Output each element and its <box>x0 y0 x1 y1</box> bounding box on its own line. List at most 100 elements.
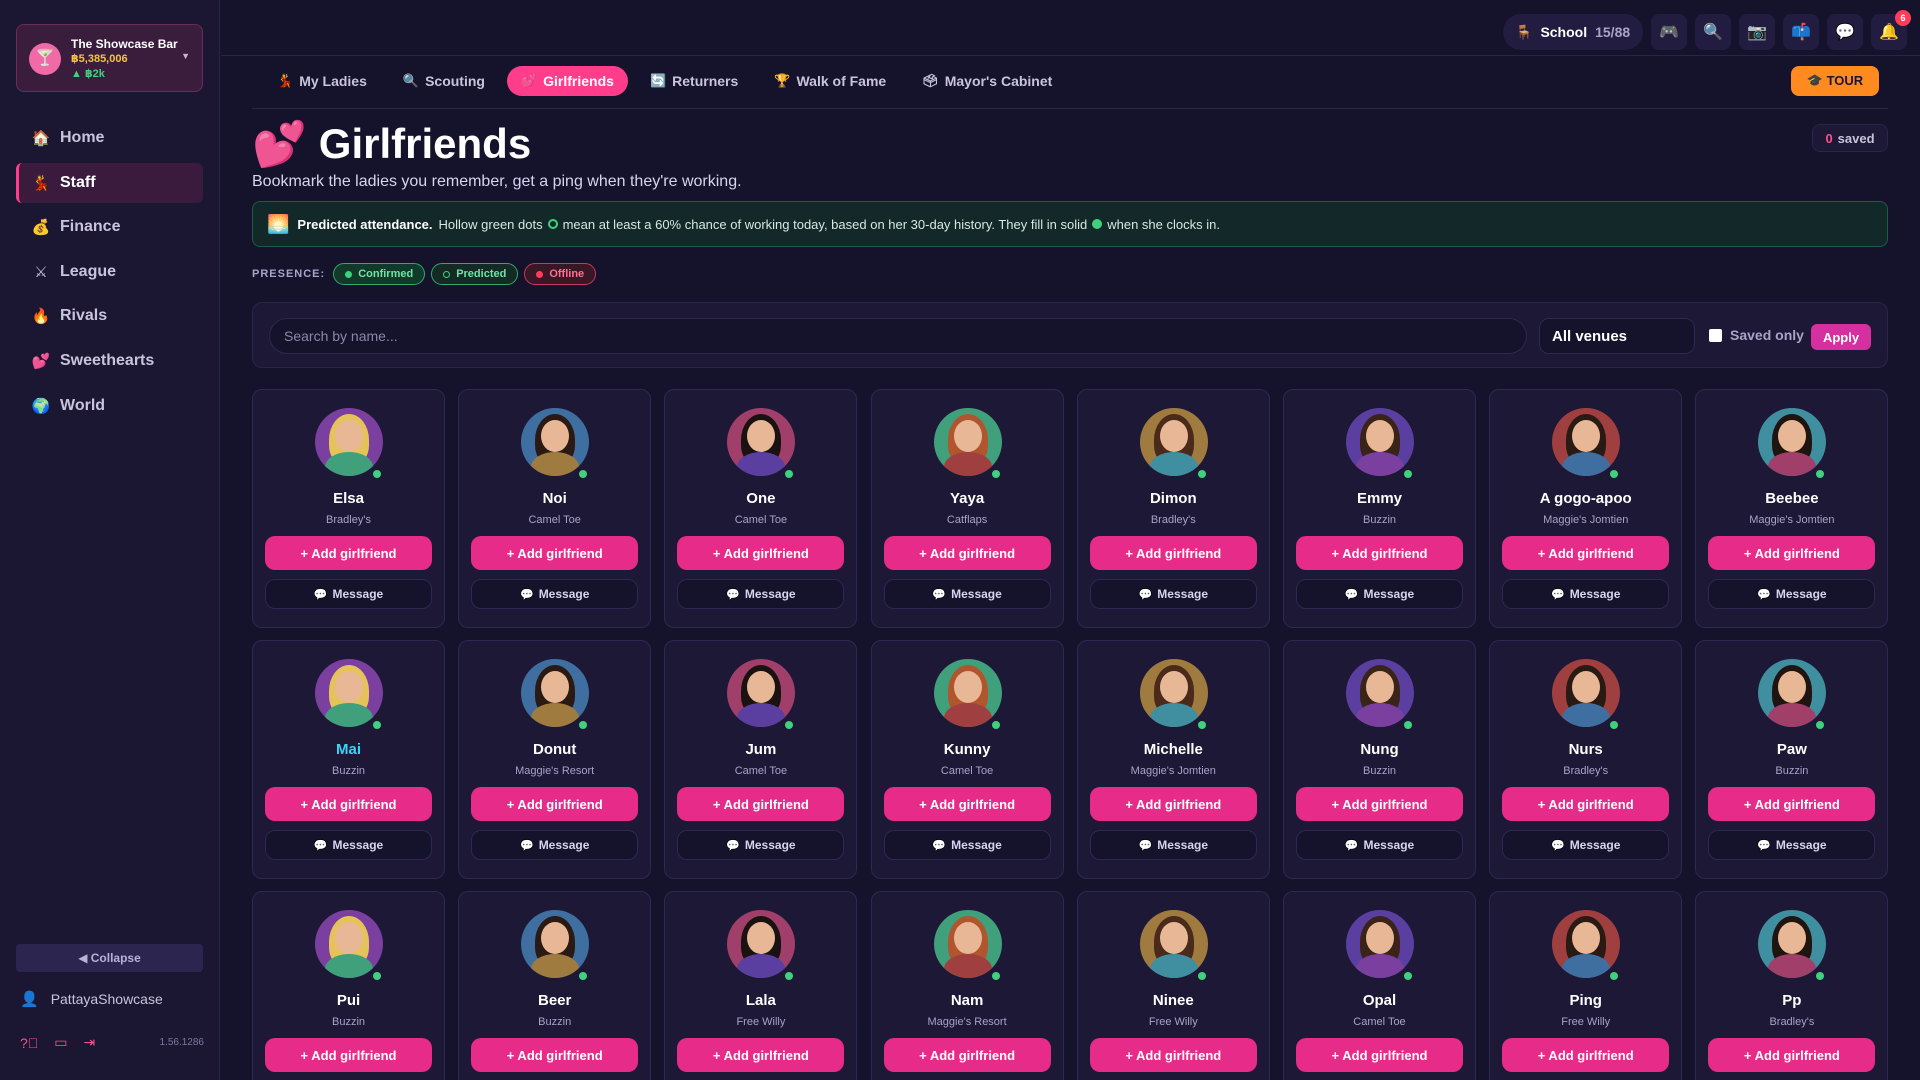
girl-name[interactable]: Yaya <box>872 490 1063 507</box>
add-girlfriend-button[interactable]: + Add girlfriend <box>1708 536 1876 570</box>
sidebar-item-staff[interactable]: 💃 Staff <box>16 162 203 203</box>
girl-name[interactable]: Pp <box>1696 992 1887 1009</box>
tab-my-ladies[interactable]: 💃 My Ladies <box>263 66 381 96</box>
mailbox-icon[interactable]: 📫 <box>1783 14 1819 50</box>
gamepad-icon[interactable]: 🎮 <box>1651 14 1687 50</box>
add-girlfriend-button[interactable]: + Add girlfriend <box>883 787 1051 821</box>
girl-name[interactable]: Beer <box>459 992 650 1009</box>
girl-name[interactable]: Michelle <box>1078 741 1269 758</box>
message-button[interactable]: 💬 Message <box>1089 579 1257 609</box>
tab-returners[interactable]: 🔄 Returners <box>636 66 752 96</box>
logout-icon[interactable]: ⇥ <box>84 1034 96 1051</box>
avatar[interactable] <box>521 910 590 978</box>
search-icon[interactable]: 🔍 <box>1695 14 1731 50</box>
bell-icon[interactable]: 🔔 6 <box>1871 10 1911 50</box>
avatar[interactable] <box>933 910 1002 978</box>
sidebar-item-rivals[interactable]: 🔥 Rivals <box>16 296 203 336</box>
saved-only-checkbox[interactable] <box>1709 328 1722 342</box>
apply-button[interactable]: Apply <box>1811 324 1871 350</box>
add-girlfriend-button[interactable]: + Add girlfriend <box>265 536 432 570</box>
tab-scouting[interactable]: 🔍 Scouting <box>389 66 499 96</box>
girl-name[interactable]: Opal <box>1284 992 1475 1009</box>
add-girlfriend-button[interactable]: + Add girlfriend <box>471 536 639 570</box>
girl-name[interactable]: Dimon <box>1078 490 1269 507</box>
avatar[interactable] <box>1139 659 1208 727</box>
sidebar-item-world[interactable]: 🌍 World <box>16 386 203 426</box>
avatar[interactable] <box>933 659 1002 727</box>
avatar[interactable] <box>315 408 383 476</box>
add-girlfriend-button[interactable]: + Add girlfriend <box>265 1038 432 1072</box>
avatar[interactable] <box>933 408 1002 476</box>
avatar[interactable] <box>521 408 590 476</box>
sidebar-item-finance[interactable]: 💰 Finance <box>16 207 203 247</box>
add-girlfriend-button[interactable]: + Add girlfriend <box>883 536 1051 570</box>
message-button[interactable]: 💬 Message <box>883 830 1051 860</box>
girl-name[interactable]: Donut <box>459 741 650 758</box>
add-girlfriend-button[interactable]: + Add girlfriend <box>1296 787 1463 821</box>
venue-select[interactable]: All venues <box>1539 318 1695 354</box>
avatar[interactable] <box>727 408 796 476</box>
add-girlfriend-button[interactable]: + Add girlfriend <box>677 787 845 821</box>
avatar[interactable] <box>727 659 796 727</box>
tab-walk-of-fame[interactable]: 🏆 Walk of Fame <box>760 66 900 96</box>
add-girlfriend-button[interactable]: + Add girlfriend <box>1708 787 1876 821</box>
avatar[interactable] <box>521 659 590 727</box>
avatar[interactable] <box>1346 910 1414 978</box>
girl-name[interactable]: Ping <box>1490 992 1681 1009</box>
message-button[interactable]: 💬 Message <box>677 830 845 860</box>
message-button[interactable]: 💬 Message <box>1708 830 1876 860</box>
girl-name[interactable]: Paw <box>1696 741 1887 758</box>
help-icon[interactable]: ?⃝ <box>20 1035 38 1051</box>
avatar[interactable] <box>1758 910 1827 978</box>
girl-name[interactable]: Kunny <box>872 741 1063 758</box>
avatar[interactable] <box>727 910 796 978</box>
girl-name[interactable]: Nurs <box>1490 741 1681 758</box>
add-girlfriend-button[interactable]: + Add girlfriend <box>883 1038 1051 1072</box>
message-button[interactable]: 💬 Message <box>1502 830 1670 860</box>
collapse-button[interactable]: ◀ Collapse <box>16 944 203 972</box>
girl-name[interactable]: Pui <box>253 992 444 1009</box>
girl-name[interactable]: Elsa <box>253 490 444 507</box>
girl-name[interactable]: A gogo-apoo <box>1490 490 1681 507</box>
girl-name[interactable]: Noi <box>459 490 650 507</box>
add-girlfriend-button[interactable]: + Add girlfriend <box>471 1038 639 1072</box>
search-input[interactable] <box>269 318 1527 354</box>
avatar[interactable] <box>1758 659 1827 727</box>
add-girlfriend-button[interactable]: + Add girlfriend <box>1296 1038 1463 1072</box>
chat-icon[interactable]: ▭ <box>54 1034 67 1051</box>
add-girlfriend-button[interactable]: + Add girlfriend <box>677 536 845 570</box>
tour-button[interactable]: 🎓 TOUR <box>1791 66 1879 96</box>
message-button[interactable]: 💬 Message <box>1708 579 1876 609</box>
school-pill[interactable]: 🪑 School 15/88 <box>1503 14 1643 50</box>
avatar[interactable] <box>1552 910 1621 978</box>
sidebar-item-league[interactable]: ⚔ League <box>16 252 203 292</box>
avatar[interactable] <box>315 659 383 727</box>
user-profile[interactable]: 👤 PattayaShowcase <box>20 990 163 1008</box>
add-girlfriend-button[interactable]: + Add girlfriend <box>1089 1038 1257 1072</box>
sidebar-item-sweethearts[interactable]: 💕 Sweethearts <box>16 341 203 381</box>
girl-name[interactable]: Mai <box>253 741 444 758</box>
message-button[interactable]: 💬 Message <box>265 830 432 860</box>
avatar[interactable] <box>1139 910 1208 978</box>
message-button[interactable]: 💬 Message <box>471 830 639 860</box>
chat-bubble-icon[interactable]: 💬 <box>1827 14 1863 50</box>
add-girlfriend-button[interactable]: + Add girlfriend <box>265 787 432 821</box>
avatar[interactable] <box>1758 408 1827 476</box>
avatar[interactable] <box>1552 408 1621 476</box>
avatar[interactable] <box>1139 408 1208 476</box>
message-button[interactable]: 💬 Message <box>265 579 432 609</box>
add-girlfriend-button[interactable]: + Add girlfriend <box>677 1038 845 1072</box>
add-girlfriend-button[interactable]: + Add girlfriend <box>1296 536 1463 570</box>
add-girlfriend-button[interactable]: + Add girlfriend <box>1089 536 1257 570</box>
saved-only-toggle[interactable]: Saved only <box>1709 327 1804 343</box>
avatar[interactable] <box>1346 659 1414 727</box>
girl-name[interactable]: Beebee <box>1696 490 1887 507</box>
girl-name[interactable]: Nam <box>872 992 1063 1009</box>
tab-mayor-s-cabinet[interactable]: 🗳 Mayor's Cabinet <box>908 66 1066 96</box>
girl-name[interactable]: Ninee <box>1078 992 1269 1009</box>
sidebar-item-home[interactable]: 🏠 Home <box>16 118 203 158</box>
add-girlfriend-button[interactable]: + Add girlfriend <box>471 787 639 821</box>
add-girlfriend-button[interactable]: + Add girlfriend <box>1089 787 1257 821</box>
add-girlfriend-button[interactable]: + Add girlfriend <box>1502 1038 1670 1072</box>
avatar[interactable] <box>1346 408 1414 476</box>
